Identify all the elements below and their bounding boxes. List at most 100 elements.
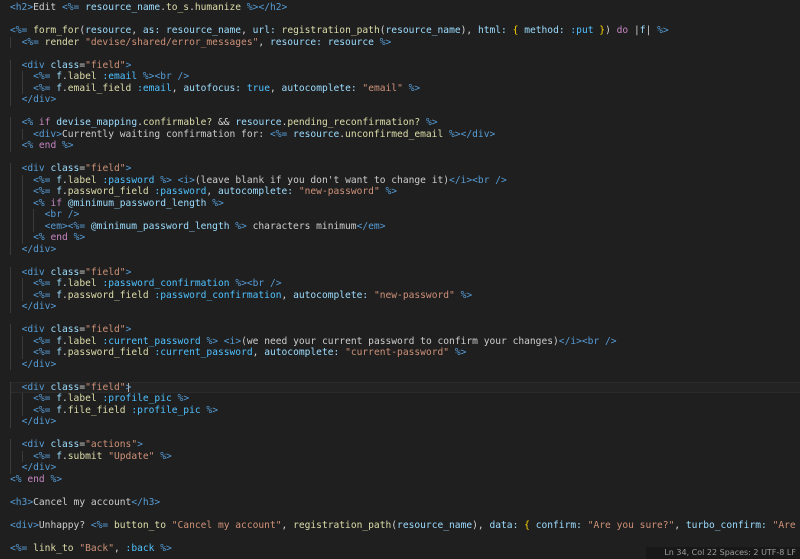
code-line[interactable]: <h3>Cancel my account</h3> <box>10 497 800 509</box>
code-line[interactable]: <% if @minimum_password_length %> <box>10 197 800 209</box>
code-token: , <box>131 25 143 36</box>
code-line[interactable] <box>10 106 800 118</box>
code-line[interactable]: <% end %> <box>10 232 800 244</box>
code-line[interactable] <box>10 255 800 267</box>
code-token: autocomplete: <box>217 186 294 197</box>
code-line[interactable]: <%= f.label :password %> <i>(leave blank… <box>10 174 800 186</box>
code-token: "Update" <box>108 450 155 462</box>
code-token: %> <box>460 289 473 301</box>
code-line[interactable]: </div> <box>10 243 800 255</box>
indent-guide <box>10 59 11 71</box>
indent-guide <box>21 450 23 462</box>
code-line[interactable]: <%= f.password_field :current_password, … <box>10 347 800 359</box>
code-line[interactable] <box>10 428 800 440</box>
indent-guide <box>10 266 11 278</box>
code-token: > <box>137 439 143 450</box>
code-token: %> <box>177 393 190 404</box>
indent-guide <box>10 71 11 83</box>
code-token: resource_name <box>385 25 461 36</box>
code-line[interactable]: <div class="field"> <box>10 324 800 336</box>
code-line[interactable]: </div> <box>10 416 800 428</box>
code-line[interactable]: <div class="field"> <box>10 163 800 175</box>
code-token: </i><br /> <box>449 174 507 186</box>
code-line[interactable] <box>10 370 800 382</box>
indent-guide <box>21 404 23 416</box>
indent-guide <box>21 197 23 209</box>
code-token: class <box>50 59 80 71</box>
code-line[interactable]: <%= f.submit "Update" %> <box>10 450 800 462</box>
code-token: :email <box>137 82 172 94</box>
code-token: "actions" <box>85 439 138 450</box>
code-token: <%= <box>90 519 109 531</box>
code-line[interactable]: <%= f.label :password_confirmation %><br… <box>10 278 800 290</box>
code-editor[interactable]: <h2>Edit <%= resource_name.to_s.humanize… <box>0 0 800 559</box>
code-token: , <box>674 519 686 531</box>
code-token: turbo_confirm: <box>685 519 767 531</box>
code-line[interactable]: <h2>Edit <%= resource_name.to_s.humanize… <box>10 2 800 14</box>
code-line[interactable]: <%= f.password_field :password, autocomp… <box>10 186 800 198</box>
code-token: password_field <box>67 186 149 197</box>
code-token: end <box>27 473 45 485</box>
code-token: url: <box>252 25 276 36</box>
code-token: <br /> <box>154 71 190 82</box>
code-token: <div <box>21 439 45 450</box>
code-token: :password_confirmation <box>102 278 230 289</box>
code-line[interactable]: <% if devise_mapping.confirmable? && res… <box>10 117 800 129</box>
code-line[interactable]: <%= render "devise/shared/error_messages… <box>10 36 800 48</box>
code-line[interactable]: <%= f.file_field :profile_pic %> <box>10 404 800 416</box>
code-line[interactable]: <%= f.label :current_password %> <i>(we … <box>10 335 800 347</box>
code-token: <%= <box>62 2 80 13</box>
code-token: %> <box>160 174 172 186</box>
code-line[interactable] <box>10 152 800 164</box>
code-line[interactable]: <%= f.label :email %><br /> <box>10 71 800 83</box>
code-token: humanize <box>194 2 242 13</box>
code-line[interactable]: <div>Currently waiting confirmation for:… <box>10 128 800 140</box>
code-token: end <box>50 232 68 243</box>
indent-guide <box>10 174 11 186</box>
code-line[interactable] <box>10 313 800 325</box>
code-token: resource <box>85 25 132 36</box>
code-line[interactable]: </div> <box>10 358 800 370</box>
code-token: "current-password" <box>345 347 450 358</box>
code-line[interactable]: <div class="field"> <box>10 59 800 71</box>
code-line[interactable]: <div class="actions"> <box>10 439 800 451</box>
indent-guide <box>10 128 11 140</box>
code-token: <%= <box>67 220 86 232</box>
code-line[interactable]: </div> <box>10 94 800 106</box>
code-line[interactable] <box>10 48 800 60</box>
code-line[interactable]: <div class="field"> <box>10 381 800 393</box>
code-token: label <box>67 278 97 289</box>
code-line[interactable]: <em><%= @minimum_password_length %> char… <box>10 220 800 232</box>
code-line[interactable] <box>10 508 800 520</box>
code-token: password_field <box>67 289 149 301</box>
code-token: </em> <box>356 220 386 232</box>
code-line[interactable] <box>10 531 800 543</box>
code-token: <i> <box>177 174 195 186</box>
code-line[interactable]: <% end %> <box>10 140 800 152</box>
code-token: autocomplete: <box>293 289 369 301</box>
code-token: resource_name <box>85 2 161 13</box>
code-token: ) <box>605 25 617 36</box>
code-line[interactable]: <div class="field"> <box>10 266 800 278</box>
code-line[interactable]: </div> <box>10 462 800 474</box>
code-token: html: <box>477 25 507 36</box>
code-token: <div <box>21 59 45 71</box>
code-line[interactable]: <%= form_for(resource, as: resource_name… <box>10 25 800 37</box>
code-line[interactable]: <%= f.password_field :password_confirmat… <box>10 289 800 301</box>
code-line[interactable]: <% end %> <box>10 474 800 486</box>
indent-guide <box>10 232 11 244</box>
code-line[interactable]: <br /> <box>10 209 800 221</box>
indent-guide <box>10 416 11 428</box>
code-line[interactable]: <div>Unhappy? <%= button_to "Cancel my a… <box>10 520 800 532</box>
code-line[interactable]: </div> <box>10 301 800 313</box>
code-line[interactable]: <%= f.email_field :email, autofocus: tru… <box>10 82 800 94</box>
code-token: %> <box>212 197 224 209</box>
code-token: "new-password" <box>298 186 380 197</box>
code-line[interactable] <box>10 14 800 26</box>
code-lines[interactable]: <h2>Edit <%= resource_name.to_s.humanize… <box>10 2 800 554</box>
code-line[interactable]: <%= f.label :profile_pic %> <box>10 393 800 405</box>
code-line[interactable] <box>10 485 800 497</box>
